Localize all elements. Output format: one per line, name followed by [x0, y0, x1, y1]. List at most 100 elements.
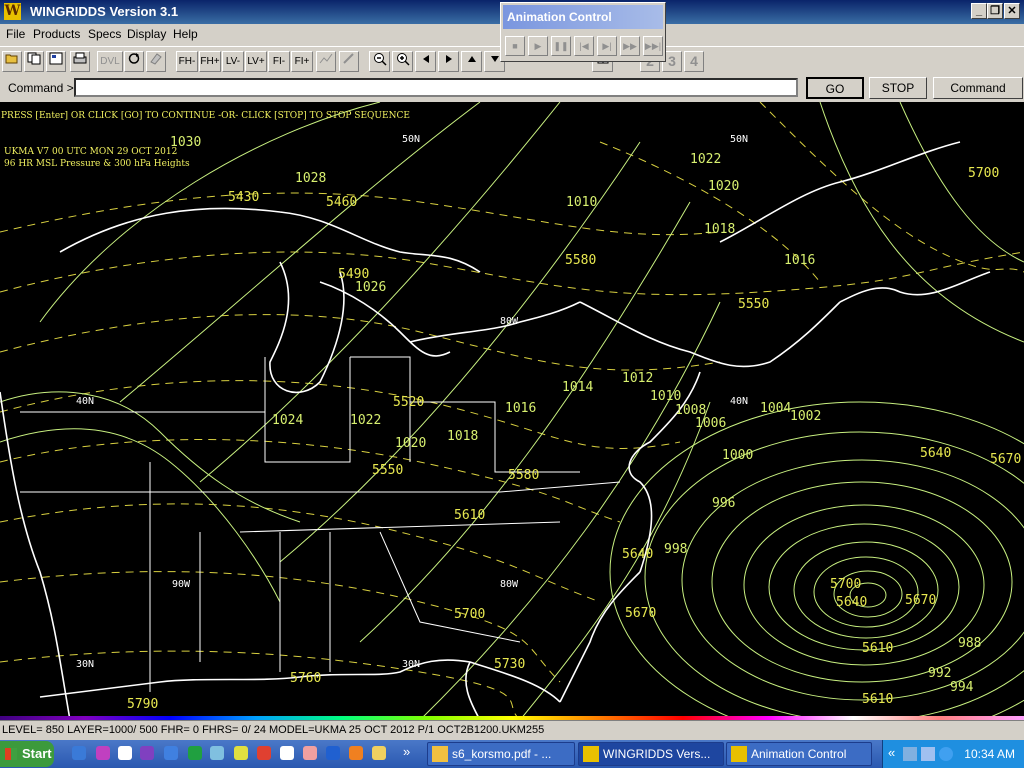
fh-plus-button[interactable]: FH+ [199, 51, 221, 72]
lat-label-30n-center: 30N [402, 659, 420, 670]
quicklaunch-chrome-icon[interactable] [257, 746, 271, 760]
minimize-button[interactable]: _ [971, 3, 987, 19]
height-label: 5670 [990, 452, 1021, 467]
fh-minus-button[interactable]: FH- [176, 51, 198, 72]
pen-icon[interactable] [339, 51, 359, 72]
fi-minus-button[interactable]: FI- [268, 51, 290, 72]
pressure-label: 1016 [784, 253, 815, 268]
pressure-label: 1024 [272, 413, 303, 428]
quicklaunch-media-icon[interactable] [96, 746, 110, 760]
copy-icon[interactable] [24, 51, 44, 72]
quicklaunch-acrobat-icon[interactable] [303, 746, 317, 760]
menu-specs[interactable]: Specs [88, 27, 121, 41]
quicklaunch-doc-icon[interactable] [118, 746, 132, 760]
animation-control-window: Animation Control ■ ▶ ❚❚ |◀ ▶| ▶▶ ▶▶| [500, 2, 666, 62]
open-icon[interactable] [2, 51, 22, 72]
task-pdf[interactable]: s6_korsmo.pdf - ... [427, 742, 575, 766]
fi-plus-button[interactable]: FI+ [291, 51, 313, 72]
height-label: 5730 [494, 657, 525, 672]
menu-file[interactable]: File [6, 27, 25, 41]
right-arrow-icon[interactable] [438, 51, 459, 72]
quicklaunch-firefox-icon[interactable] [349, 746, 363, 760]
menu-display[interactable]: Display [127, 27, 166, 41]
task-wingridds[interactable]: WINGRIDDS Vers... [578, 742, 724, 766]
animation-icon [731, 746, 747, 762]
command-input[interactable] [74, 78, 798, 97]
pressure-label: 1010 [650, 389, 681, 404]
chart-icon[interactable] [316, 51, 336, 72]
pressure-label: 1010 [566, 195, 597, 210]
quicklaunch-edit-icon[interactable] [234, 746, 248, 760]
fast-forward-icon[interactable]: ▶▶ [620, 36, 640, 56]
command-row: Command > GO STOP Command History [0, 74, 1024, 115]
last-frame-icon[interactable]: ▶▶| [643, 36, 663, 56]
lat-label-50n-west: 50N [402, 134, 420, 145]
pause-icon[interactable]: ❚❚ [551, 36, 571, 56]
stop-icon[interactable]: ■ [505, 36, 525, 56]
properties-icon[interactable] [46, 51, 66, 72]
zoom-out-icon[interactable] [369, 51, 390, 72]
quicklaunch-calc-icon[interactable] [280, 746, 294, 760]
play-icon[interactable]: ▶ [528, 36, 548, 56]
command-history-button[interactable]: Command History [933, 77, 1023, 115]
print-icon[interactable] [70, 51, 90, 72]
start-button[interactable]: Start [0, 741, 54, 767]
task-animation-control[interactable]: Animation Control [726, 742, 872, 766]
lv-plus-button[interactable]: LV+ [245, 51, 267, 72]
dvl-button[interactable]: DVL [97, 51, 123, 72]
quicklaunch-app-icon[interactable] [140, 746, 154, 760]
windows-flag-icon [5, 748, 17, 760]
go-button[interactable]: GO [806, 77, 864, 99]
taskbar: Start » s6_korsmo.pdf - ... WINGRIDDS Ve… [0, 740, 1024, 768]
height-label: 5640 [920, 446, 951, 461]
lat-label-30n-west: 30N [76, 659, 94, 670]
height-label: 5550 [738, 297, 769, 312]
first-frame-icon[interactable]: |◀ [574, 36, 594, 56]
next-frame-icon[interactable]: ▶| [597, 36, 617, 56]
quicklaunch-app2-icon[interactable] [188, 746, 202, 760]
menu-help[interactable]: Help [173, 27, 198, 41]
left-arrow-icon[interactable] [415, 51, 436, 72]
computer-icon[interactable] [921, 747, 935, 761]
height-label: 5790 [127, 697, 158, 712]
menu-products[interactable]: Products [33, 27, 80, 41]
quicklaunch-more-icon[interactable]: » [403, 744, 410, 759]
height-label: 5520 [393, 395, 424, 410]
pressure-label: 1028 [295, 171, 326, 186]
quicklaunch-ie2-icon[interactable] [326, 746, 340, 760]
lat-label-40n-east: 40N [730, 396, 748, 407]
pressure-label: 1004 [760, 401, 791, 416]
close-button[interactable]: ✕ [1004, 3, 1020, 19]
up-arrow-icon[interactable] [461, 51, 482, 72]
pressure-label: 1002 [790, 409, 821, 424]
network-icon[interactable] [903, 747, 917, 761]
map-model-time: UKMA V7 00 UTC MON 29 OCT 2012 [4, 147, 178, 157]
frame-4-button[interactable]: 4 [684, 51, 704, 72]
height-label: 5640 [622, 547, 653, 562]
pressure-label: 1020 [708, 179, 739, 194]
quicklaunch-explorer-icon[interactable] [164, 746, 178, 760]
height-label: 5640 [836, 595, 867, 610]
pressure-label: 992 [928, 666, 951, 681]
quicklaunch-search-icon[interactable] [210, 746, 224, 760]
quicklaunch-ie-icon[interactable] [72, 746, 86, 760]
stop-button[interactable]: STOP [869, 77, 927, 99]
zoom-in-icon[interactable] [392, 51, 413, 72]
app-logo: W [4, 3, 21, 20]
lon-label-80w-north: 80W [500, 316, 519, 327]
map-display[interactable]: 50N 50N 40N 40N 30N 30N 80W 80W 90W 1030… [0, 102, 1024, 720]
status-bar: LEVEL= 850 LAYER=1000/ 500 FHR= 0 FHRS= … [0, 720, 1024, 740]
command-label: Command > [8, 81, 74, 95]
tray-expand-icon[interactable]: « [888, 745, 895, 760]
start-label: Start [22, 746, 52, 761]
height-label: 5670 [905, 593, 936, 608]
maximize-button[interactable]: ❐ [987, 3, 1003, 19]
lv-minus-button[interactable]: LV- [222, 51, 244, 72]
refresh-icon[interactable] [124, 51, 144, 72]
update-icon[interactable] [939, 747, 953, 761]
height-label: 5580 [508, 468, 539, 483]
quicklaunch-folder-icon[interactable] [372, 746, 386, 760]
height-label: 5700 [830, 577, 861, 592]
eraser-icon[interactable] [146, 51, 166, 72]
pressure-label: 1018 [704, 222, 735, 237]
